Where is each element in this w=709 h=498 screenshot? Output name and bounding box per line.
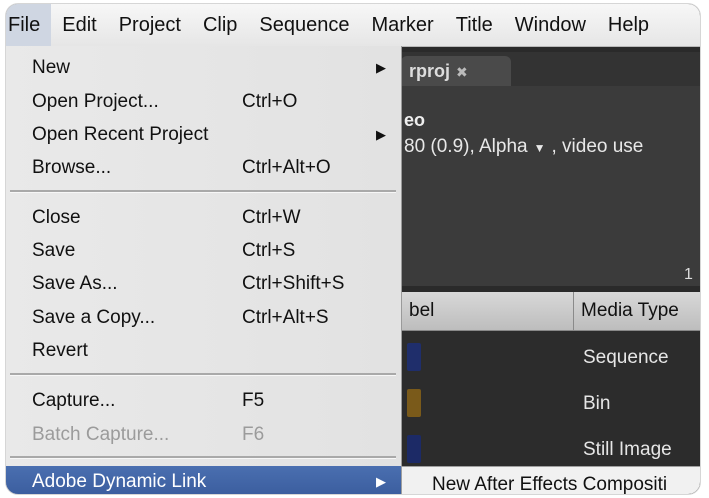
menu-item-browse[interactable]: Browse... Ctrl+Alt+O [6, 152, 401, 184]
column-divider[interactable] [573, 292, 574, 330]
menu-item-label: Browse... [32, 157, 112, 178]
menu-project[interactable]: Project [108, 4, 192, 46]
menu-title[interactable]: Title [445, 4, 504, 46]
menu-sequence[interactable]: Sequence [248, 4, 360, 46]
column-media-type[interactable]: Media Type [581, 300, 679, 322]
menu-marker[interactable]: Marker [360, 4, 444, 46]
label-color-swatch [407, 343, 421, 371]
menu-item-save-as[interactable]: Save As... Ctrl+Shift+S [6, 268, 401, 300]
label-color-swatch [407, 435, 421, 463]
media-type-cell: Still Image [583, 439, 672, 460]
dynamic-link-submenu: New After Effects Compositi [401, 466, 700, 494]
menu-item-revert[interactable]: Revert [6, 335, 401, 367]
item-count: 1 [684, 266, 693, 283]
menu-item-label: Save As... [32, 273, 118, 294]
menu-item-label: Adobe Dynamic Link [32, 471, 207, 492]
table-row[interactable]: Bin [401, 381, 700, 427]
menu-item-shortcut: F5 [242, 390, 265, 411]
menu-item-shortcut: Ctrl+Shift+S [242, 273, 345, 294]
label-color-swatch [407, 389, 421, 417]
project-panel [401, 86, 700, 286]
project-tab[interactable]: rproj ✖ [401, 56, 511, 86]
menu-item-save[interactable]: Save Ctrl+S [6, 235, 401, 267]
menu-item-close[interactable]: Close Ctrl+W [6, 202, 401, 234]
media-type-cell: Bin [583, 393, 611, 414]
menu-file[interactable]: File [6, 4, 52, 46]
menu-item-label: Open Recent Project [32, 124, 209, 145]
menu-item-label: Save a Copy... [32, 307, 156, 328]
menu-clip[interactable]: Clip [192, 4, 248, 46]
menu-item-save-a-copy[interactable]: Save a Copy... Ctrl+Alt+S [6, 302, 401, 334]
menu-separator [10, 456, 396, 459]
submenu-item-new-after-effects-composition[interactable]: New After Effects Compositi [402, 474, 667, 494]
media-type-cell: Sequence [583, 347, 669, 368]
project-tab-label: rproj [409, 61, 451, 81]
submenu-arrow-icon: ▶ [376, 474, 386, 489]
menu-item-shortcut: Ctrl+Alt+S [242, 307, 329, 328]
app-window: File Edit Project Clip Sequence Marker T… [6, 4, 700, 494]
menu-help[interactable]: Help [597, 4, 660, 46]
menu-window[interactable]: Window [504, 4, 597, 46]
menu-item-label: Open Project... [32, 91, 159, 112]
menu-item-shortcut: F6 [242, 424, 265, 445]
close-icon[interactable]: ✖ [456, 64, 468, 80]
menu-item-new[interactable]: New ▶ [6, 52, 401, 84]
clip-info-suffix: , video use [551, 136, 644, 157]
column-label[interactable]: bel [409, 300, 434, 322]
menu-bar: File Edit Project Clip Sequence Marker T… [6, 4, 700, 47]
table-row[interactable]: Sequence [401, 335, 700, 381]
menu-item-label: Revert [32, 340, 88, 361]
menu-item-adobe-dynamic-link[interactable]: Adobe Dynamic Link ▶ [6, 466, 401, 494]
menu-item-shortcut: Ctrl+W [242, 207, 301, 228]
menu-item-label: Batch Capture... [32, 424, 170, 445]
submenu-arrow-icon: ▶ [376, 127, 386, 142]
dropdown-arrow-icon[interactable]: ▼ [534, 141, 546, 155]
menu-item-shortcut: Ctrl+Alt+O [242, 157, 331, 178]
file-menu: New ▶ Open Project... Ctrl+O Open Recent… [6, 46, 402, 494]
menu-separator [10, 190, 396, 193]
clip-info-prefix: 80 (0.9), Alpha [404, 136, 528, 157]
menu-item-shortcut: Ctrl+O [242, 91, 298, 112]
submenu-arrow-icon: ▶ [376, 60, 386, 75]
menu-item-label: Close [32, 207, 81, 228]
menu-edit[interactable]: Edit [51, 4, 107, 46]
clip-info: 80 (0.9), Alpha ▼ , video use [404, 136, 643, 158]
menu-item-open-project[interactable]: Open Project... Ctrl+O [6, 86, 401, 118]
menu-item-label: Capture... [32, 390, 116, 411]
menu-item-label: New [32, 57, 71, 78]
menu-separator [10, 373, 396, 376]
column-header: bel Media Type [401, 292, 700, 331]
menu-item-open-recent-project[interactable]: Open Recent Project ▶ [6, 119, 401, 151]
menu-item-batch-capture: Batch Capture... F6 [6, 419, 401, 451]
menu-item-shortcut: Ctrl+S [242, 240, 296, 261]
menu-item-label: Save [32, 240, 76, 261]
panel-title: eo [404, 110, 426, 130]
menu-item-capture[interactable]: Capture... F5 [6, 385, 401, 417]
